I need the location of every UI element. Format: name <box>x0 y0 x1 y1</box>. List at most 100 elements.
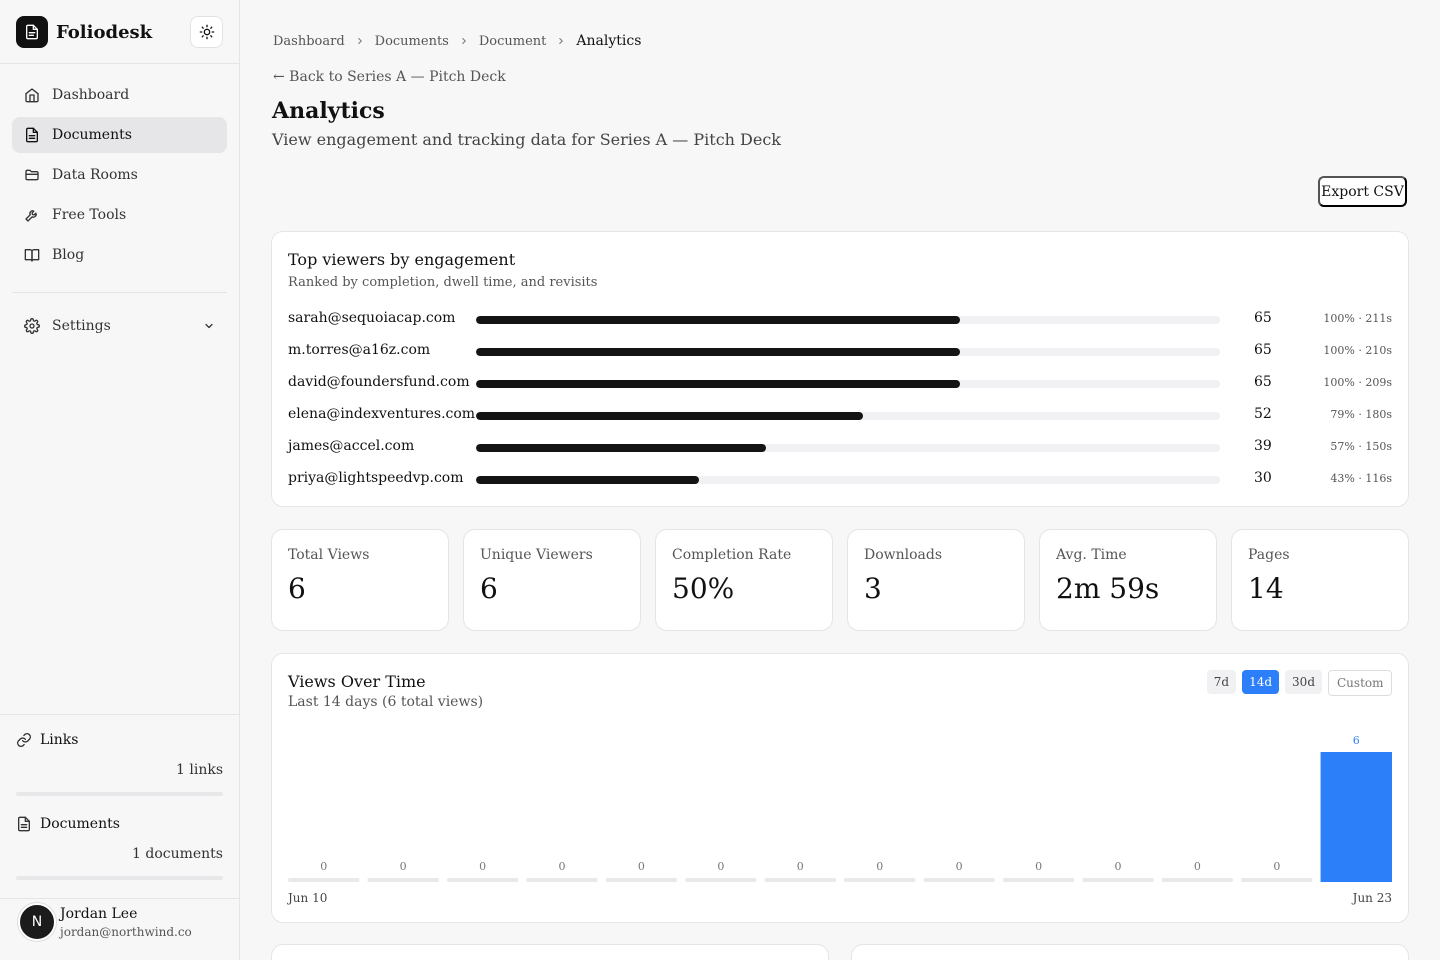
sidebar-item-label: Documents <box>52 127 132 143</box>
stat-card-pages: Pages 14 <box>1231 529 1409 631</box>
chevron-right-icon <box>355 36 365 46</box>
stat-card-avg-time: Avg. Time 2m 59s <box>1039 529 1217 631</box>
chart-bar-jun-16[interactable] <box>764 878 836 882</box>
engagement-score: 30 <box>1254 470 1272 486</box>
brand-logo-icon <box>16 16 48 48</box>
chart-bar-jun-20[interactable] <box>1082 878 1154 882</box>
brand[interactable]: Foliodesk <box>16 16 152 48</box>
engagement-bar-fill <box>476 380 960 388</box>
chevron-right-icon <box>459 36 469 46</box>
stat-value: 50% <box>672 572 735 605</box>
viewer-row: sarah@sequoiacap.com 65 100% · 211s <box>288 310 1392 330</box>
breadcrumb-documents[interactable]: Documents <box>375 34 449 49</box>
chart-bar-jun-22[interactable] <box>1241 878 1313 882</box>
stat-label: Completion Rate <box>672 547 792 563</box>
chart-data-label: 0 <box>400 860 407 873</box>
sidebar-item-data-rooms[interactable]: Data Rooms <box>12 157 227 193</box>
engagement-bar <box>476 444 1220 452</box>
usage-count: 1 documents <box>132 846 223 862</box>
chart-data-label: 0 <box>717 860 724 873</box>
chart-bar-jun-15[interactable] <box>685 878 757 882</box>
viewer-email: priya@lightspeedvp.com <box>288 470 464 486</box>
breadcrumb-document[interactable]: Document <box>479 34 547 49</box>
chart-bar-jun-17[interactable] <box>844 878 916 882</box>
stat-value: 2m 59s <box>1056 572 1160 605</box>
stat-card-downloads: Downloads 3 <box>847 529 1025 631</box>
custom-range-input[interactable] <box>1328 670 1392 696</box>
views-over-time-card: Views Over Time Last 14 days (6 total vi… <box>271 653 1409 923</box>
stat-card-completion-rate: Completion Rate 50% <box>655 529 833 631</box>
stat-value: 3 <box>864 572 882 605</box>
user-profile[interactable]: N Jordan Lee jordan@northwind.co <box>18 903 192 941</box>
sidebar-item-label: Free Tools <box>52 207 127 223</box>
viewer-row: priya@lightspeedvp.com 30 43% · 116s <box>288 470 1392 490</box>
viewer-meta: 57% · 150s <box>1330 440 1392 453</box>
sidebar-item-blog[interactable]: Blog <box>12 237 227 273</box>
chart-bar-jun-13[interactable] <box>526 878 598 882</box>
page-title: Analytics <box>272 98 385 124</box>
viewer-meta: 100% · 211s <box>1323 312 1392 325</box>
documents-usage: Documents 1 documents <box>16 814 223 880</box>
breadcrumb-dashboard[interactable]: Dashboard <box>273 34 345 49</box>
user-email: jordan@northwind.co <box>60 924 192 939</box>
viewer-meta: 100% · 210s <box>1323 344 1392 357</box>
viewer-email: david@foundersfund.com <box>288 374 470 390</box>
engagement-bar-fill <box>476 316 960 324</box>
chart-bar-jun-18[interactable] <box>923 878 995 882</box>
x-axis-end-label: Jun 23 <box>1352 891 1392 905</box>
range-7d-button[interactable]: 7d <box>1206 670 1237 694</box>
chart-bar-jun-23[interactable] <box>1320 752 1392 882</box>
chart-bar-jun-21[interactable] <box>1161 878 1234 882</box>
engagement-score: 52 <box>1254 406 1272 422</box>
viewer-email: james@accel.com <box>288 438 415 454</box>
stat-value: 14 <box>1248 572 1284 605</box>
stat-label: Downloads <box>864 547 943 563</box>
card-title: Top viewers by engagement <box>288 250 516 269</box>
theme-toggle-button[interactable] <box>190 16 223 48</box>
card-subtitle: Ranked by completion, dwell time, and re… <box>288 275 598 290</box>
top-viewers-card: Top viewers by engagement Ranked by comp… <box>271 231 1409 507</box>
stat-label: Avg. Time <box>1056 547 1127 563</box>
sidebar-item-settings[interactable]: Settings <box>12 308 227 344</box>
engagement-bar-fill <box>476 444 767 452</box>
sidebar-item-free-tools[interactable]: Free Tools <box>12 197 227 233</box>
main-content: Dashboard Documents Document Analytics ←… <box>240 0 1440 960</box>
engagement-bar-fill <box>476 476 700 484</box>
chart-bar-jun-10[interactable] <box>288 878 360 882</box>
breadcrumb-current: Analytics <box>576 33 642 49</box>
chart-data-label: 0 <box>559 860 566 873</box>
chart-data-label: 0 <box>1035 860 1042 873</box>
chart-bar-jun-12[interactable] <box>446 878 519 882</box>
nav-divider <box>12 292 227 293</box>
stat-label: Pages <box>1248 547 1290 563</box>
usage-label: Links <box>40 732 79 748</box>
chart-data-label: 0 <box>1115 860 1122 873</box>
chart-data-label: 0 <box>638 860 645 873</box>
lower-card-right <box>851 944 1409 960</box>
chart-bar-jun-11[interactable] <box>367 878 439 882</box>
sidebar-item-label: Blog <box>52 247 85 263</box>
links-usage: Links 1 links <box>16 730 223 796</box>
back-link[interactable]: ← Back to Series A — Pitch Deck <box>273 69 506 85</box>
export-csv-button[interactable]: Export CSV <box>1318 176 1407 207</box>
chart-bar-jun-19[interactable] <box>1002 878 1075 882</box>
sidebar-item-label: Data Rooms <box>52 167 138 183</box>
stat-card-unique-viewers: Unique Viewers 6 <box>463 529 641 631</box>
range-30d-button[interactable]: 30d <box>1285 670 1322 694</box>
viewer-row: elena@indexventures.com 52 79% · 180s <box>288 406 1392 426</box>
range-14d-button[interactable]: 14d <box>1242 670 1280 694</box>
avatar: N <box>18 903 56 941</box>
usage-count: 1 links <box>176 762 223 778</box>
viewer-row: m.torres@a16z.com 65 100% · 210s <box>288 342 1392 362</box>
sidebar-item-documents[interactable]: Documents <box>12 117 227 153</box>
usage-bar <box>16 792 223 796</box>
engagement-bar <box>476 380 1220 388</box>
stat-label: Total Views <box>288 547 370 563</box>
page-subtitle: View engagement and tracking data for Se… <box>272 130 781 149</box>
gear-icon <box>24 318 40 334</box>
sidebar-item-dashboard[interactable]: Dashboard <box>12 77 227 113</box>
sidebar: Foliodesk Dashboard Documents Data Rooms… <box>0 0 240 960</box>
engagement-score: 65 <box>1254 342 1272 358</box>
range-selector: 7d 14d 30d <box>1201 670 1392 696</box>
chart-bar-jun-14[interactable] <box>605 878 678 882</box>
